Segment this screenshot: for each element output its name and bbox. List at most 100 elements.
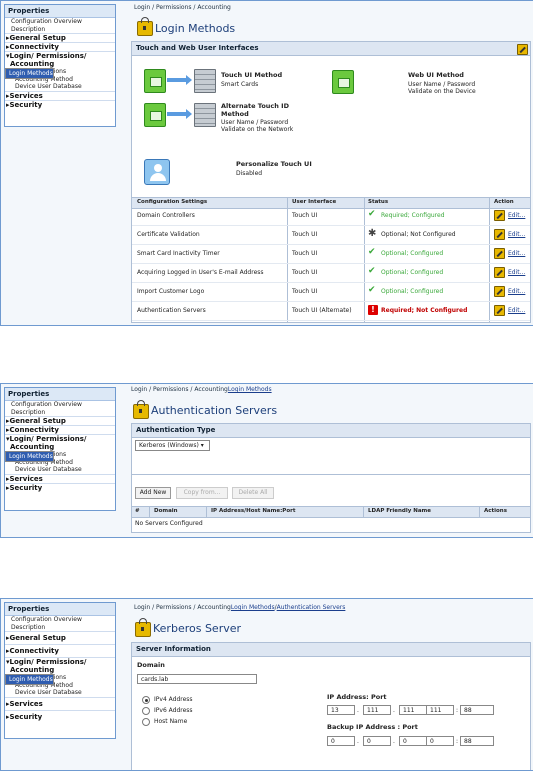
sidebar-title: Properties	[5, 603, 115, 616]
add-new-button[interactable]: Add New	[135, 487, 171, 499]
sidebar-section-login[interactable]: ▾Login/ Permissions/Accounting	[5, 657, 115, 674]
properties-sidebar: Properties Configuration Overview Descri…	[4, 387, 116, 511]
edit-pencil-icon[interactable]	[494, 210, 505, 221]
edit-link[interactable]: Edit...	[508, 269, 525, 276]
check-icon: ✔	[368, 209, 376, 219]
personalize-value: Disabled	[236, 170, 263, 177]
auth-type-select[interactable]: Kerberos (Windows) ▾	[135, 440, 210, 451]
setting-name: Acquiring Logged in User's E-mail Addres…	[137, 269, 264, 276]
lock-icon	[137, 17, 153, 36]
row-divider	[132, 282, 530, 283]
user-interface: Touch UI	[292, 250, 318, 257]
edit-link[interactable]: Edit...	[508, 231, 525, 238]
edit-link[interactable]: Edit...	[508, 212, 525, 219]
sidebar-item-login-methods[interactable]: Login Methods	[5, 451, 54, 462]
column-header: Action	[494, 199, 514, 205]
ip-octet-3[interactable]: 111	[399, 705, 427, 715]
edit-link[interactable]: Edit...	[508, 250, 525, 257]
edit-pencil-icon[interactable]	[494, 229, 505, 240]
row-divider	[132, 301, 530, 302]
sidebar-section-general-setup[interactable]: ▸General Setup	[5, 631, 115, 644]
breadcrumb: Login / Permissions / AccountingLogin Me…	[134, 604, 346, 611]
sidebar-section-login[interactable]: ▾Login/ Permissions/Accounting	[5, 434, 115, 451]
breadcrumb: Login / Permissions / Accounting	[134, 4, 231, 11]
sidebar-section-general-setup[interactable]: ▸General Setup	[5, 416, 115, 425]
sidebar-item-login-methods[interactable]: Login Methods	[5, 68, 54, 79]
delete-all-button[interactable]: Delete All	[232, 487, 274, 499]
hostname-radio[interactable]	[142, 718, 150, 726]
edit-pencil-icon[interactable]	[494, 248, 505, 259]
colon: :	[456, 707, 459, 714]
login-methods-panel: Properties Configuration Overview Descri…	[0, 0, 533, 326]
backup-ip-label: Backup IP Address : Port	[327, 723, 418, 731]
column-header: LDAP Friendly Name	[368, 508, 432, 514]
breadcrumb-link-login-methods[interactable]: Login Methods	[231, 604, 275, 611]
sidebar-title: Properties	[5, 5, 115, 18]
sidebar-item-device-user-database[interactable]: Device User Database	[5, 689, 115, 697]
row-divider	[132, 244, 530, 245]
column-divider	[479, 506, 480, 517]
page-title: Authentication Servers	[151, 404, 278, 417]
backup-octet-2[interactable]: 0	[363, 736, 391, 746]
sidebar-section-connectivity[interactable]: ▸Connectivity	[5, 644, 115, 657]
server-information-section: Server Information Domain cards.lab IPv4…	[131, 642, 531, 770]
backup-octet-1[interactable]: 0	[327, 736, 355, 746]
ip-octet-4[interactable]: 111	[426, 705, 454, 715]
check-icon: ✔	[368, 247, 376, 257]
edit-pencil-icon[interactable]	[494, 267, 505, 278]
edit-pencil-icon[interactable]	[494, 305, 505, 316]
sidebar-item-login-methods[interactable]: Login Methods	[5, 674, 54, 685]
sidebar-section-general-setup[interactable]: ▸General Setup	[5, 33, 115, 42]
properties-sidebar: Properties Configuration Overview Descri…	[4, 4, 116, 127]
arrow-icon	[167, 109, 192, 119]
edit-link[interactable]: Edit...	[508, 307, 525, 314]
sidebar-item-configuration-overview[interactable]: Configuration Overview	[5, 616, 115, 624]
touch-web-ui-section: Touch and Web User Interfaces Touch UI M…	[131, 41, 531, 323]
sidebar-section-connectivity[interactable]: ▸Connectivity	[5, 42, 115, 51]
domain-input[interactable]: cards.lab	[137, 674, 257, 684]
sidebar-item-configuration-overview[interactable]: Configuration Overview	[5, 18, 115, 26]
sidebar-item-description[interactable]: Description	[5, 624, 115, 632]
sidebar-section-security[interactable]: ▸Security	[5, 709, 115, 723]
breadcrumb-link-authentication-servers[interactable]: Authentication Servers	[277, 604, 346, 611]
sidebar-item-description[interactable]: Description	[5, 409, 115, 417]
arrow-icon	[167, 75, 192, 85]
sidebar-section-login[interactable]: ▾Login/ Permissions/Accounting	[5, 51, 115, 68]
copy-from-button[interactable]: Copy from...	[176, 487, 228, 499]
column-divider	[206, 506, 207, 517]
sidebar-section-services[interactable]: ▸Services	[5, 696, 115, 710]
sidebar-item-configuration-overview[interactable]: Configuration Overview	[5, 401, 115, 409]
edit-link[interactable]: Edit...	[508, 288, 525, 295]
dot: .	[393, 707, 395, 714]
empty-table-message: No Servers Configured	[135, 520, 203, 527]
sidebar-section-security[interactable]: ▸Security	[5, 482, 115, 492]
sidebar-section-connectivity[interactable]: ▸Connectivity	[5, 425, 115, 434]
ipv6-radio[interactable]	[142, 707, 150, 715]
dot: .	[357, 738, 359, 745]
sidebar-item-device-user-database[interactable]: Device User Database	[5, 83, 115, 91]
backup-octet-4[interactable]: 0	[426, 736, 454, 746]
touch-ui-method-value: Smart Cards	[221, 81, 259, 88]
setting-name: Domain Controllers	[137, 212, 195, 219]
breadcrumb-link-login-methods[interactable]: Login Methods	[228, 386, 272, 393]
authentication-servers-panel: Properties Configuration Overview Descri…	[0, 383, 533, 538]
sidebar-item-device-user-database[interactable]: Device User Database	[5, 466, 115, 474]
column-header: Actions	[484, 508, 507, 514]
ip-octet-1[interactable]: 13	[327, 705, 355, 715]
edit-pencil-icon[interactable]	[517, 44, 528, 55]
setting-name: Import Customer Logo	[137, 288, 205, 295]
divider	[132, 474, 530, 475]
ip-port[interactable]: 88	[460, 705, 494, 715]
sidebar-section-services[interactable]: ▸Services	[5, 473, 115, 483]
sidebar-section-security[interactable]: ▸Security	[5, 99, 115, 109]
backup-port[interactable]: 88	[460, 736, 494, 746]
ip-octet-2[interactable]: 111	[363, 705, 391, 715]
backup-octet-3[interactable]: 0	[399, 736, 427, 746]
sidebar-item-description[interactable]: Description	[5, 26, 115, 34]
edit-pencil-icon[interactable]	[494, 286, 505, 297]
person-icon	[144, 159, 170, 185]
section-title: Authentication Type	[132, 424, 530, 438]
sidebar-section-services[interactable]: ▸Services	[5, 90, 115, 100]
check-icon: ✔	[368, 266, 376, 276]
ipv4-radio[interactable]	[142, 696, 150, 704]
